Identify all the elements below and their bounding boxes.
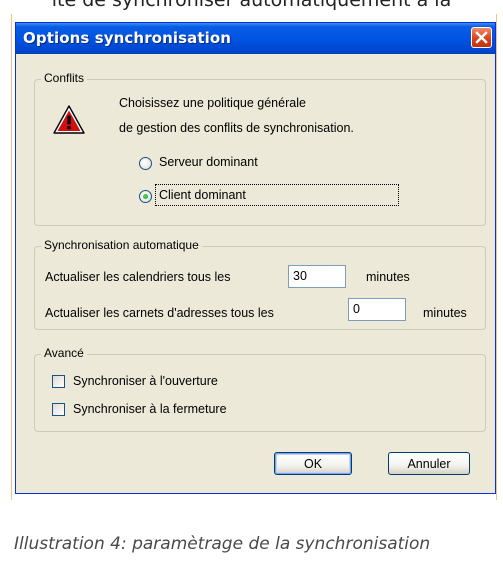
sync-on-close-label[interactable]: Synchroniser à la fermeture bbox=[73, 402, 227, 416]
conflicts-legend: Conflits bbox=[41, 71, 88, 85]
page-edge-right bbox=[496, 14, 497, 500]
addressbooks-interval-input[interactable]: 0 bbox=[348, 298, 406, 321]
calendars-interval-unit: minutes bbox=[366, 270, 410, 284]
client-dominant-label[interactable]: Client dominant bbox=[159, 188, 246, 202]
page-edge-left bbox=[11, 14, 12, 500]
sync-on-close-checkbox[interactable] bbox=[52, 403, 65, 416]
advanced-group: Avancé bbox=[34, 346, 486, 432]
conflicts-message-line2: de gestion des conflits de synchronisati… bbox=[119, 121, 354, 135]
warning-icon bbox=[53, 105, 85, 134]
figure-caption: Illustration 4: paramètrage de la synchr… bbox=[14, 534, 431, 554]
close-button[interactable] bbox=[471, 27, 492, 48]
addressbooks-interval-unit: minutes bbox=[423, 306, 467, 320]
title-bar[interactable]: Options synchronisation bbox=[16, 23, 495, 54]
options-dialog: Options synchronisation Conflits Choisis… bbox=[15, 22, 496, 494]
radio-selected-dot bbox=[143, 194, 148, 199]
dialog-title: Options synchronisation bbox=[23, 29, 232, 47]
conflicts-message-line1: Choisissez une politique générale bbox=[119, 96, 306, 110]
background-document-text: ıte de synchroniser automatiquement à la bbox=[51, 0, 452, 11]
close-icon bbox=[475, 31, 488, 44]
calendars-interval-label: Actualiser les calendriers tous les bbox=[45, 270, 231, 284]
addressbooks-interval-label: Actualiser les carnets d'adresses tous l… bbox=[45, 306, 274, 320]
client-dominant-radio[interactable] bbox=[139, 190, 152, 203]
server-dominant-radio[interactable] bbox=[139, 157, 152, 170]
sync-on-open-label[interactable]: Synchroniser à l'ouverture bbox=[73, 374, 218, 388]
server-dominant-label[interactable]: Serveur dominant bbox=[159, 155, 258, 169]
calendars-interval-input[interactable]: 30 bbox=[288, 265, 346, 288]
sync-on-open-checkbox[interactable] bbox=[52, 375, 65, 388]
cancel-button[interactable]: Annuler bbox=[388, 452, 470, 475]
auto-sync-legend: Synchronisation automatique bbox=[41, 238, 202, 252]
advanced-legend: Avancé bbox=[41, 346, 87, 360]
ok-button[interactable]: OK bbox=[274, 452, 352, 475]
